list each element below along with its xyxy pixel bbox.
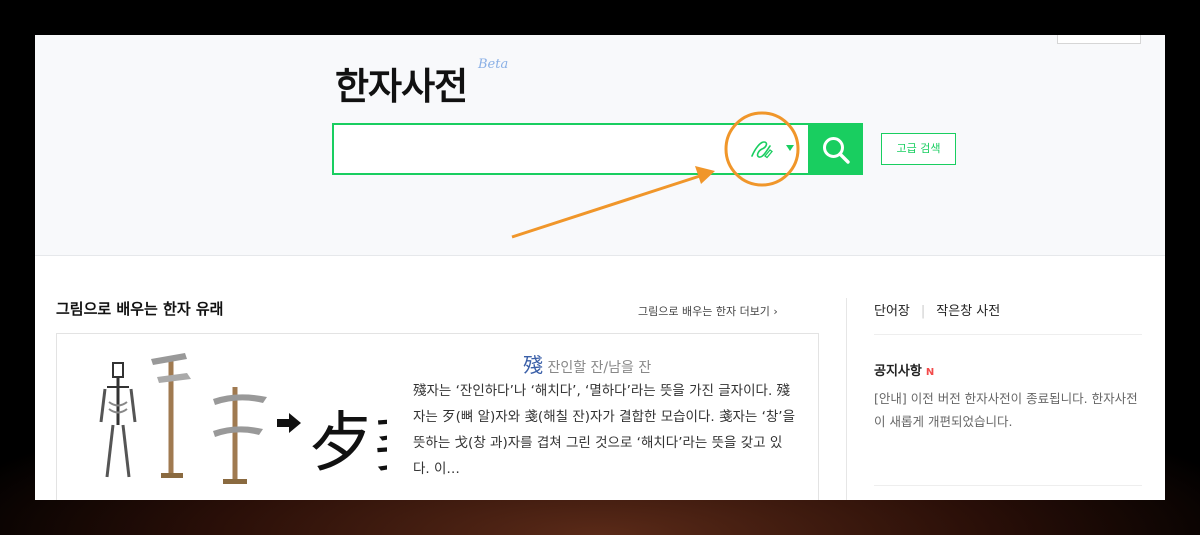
tab-vocab[interactable]: 단어장: [874, 304, 910, 319]
illustration-result-char: 歺戔: [307, 404, 387, 481]
side-tabs: 단어장 | 작은창 사전: [874, 300, 1000, 319]
more-link[interactable]: 그림으로 배우는 한자 더보기 ›: [638, 303, 778, 319]
search-header: 한자사전 Beta 고급 검색: [35, 35, 1165, 256]
logo-title[interactable]: 한자사전: [335, 56, 468, 110]
browser-page: 한자사전 Beta 고급 검색 그림으로 배우는 한자 유래 그림으로 배우는: [35, 35, 1165, 500]
tab-separator: |: [920, 304, 926, 319]
caret-down-icon[interactable]: [786, 145, 794, 151]
hanja-heading: 殘 잔인할 잔/남을 잔: [523, 349, 651, 378]
side-divider: [874, 334, 1142, 335]
hanja-meaning: 잔인할 잔/남을 잔: [547, 360, 652, 376]
search-box: [332, 123, 810, 175]
notice-title-text: 공지사항: [874, 364, 922, 379]
tab-mini-dictionary[interactable]: 작은창 사전: [936, 304, 1000, 319]
new-badge: N: [925, 367, 935, 378]
top-right-box[interactable]: [1057, 35, 1141, 44]
column-divider: [846, 298, 847, 500]
search-button[interactable]: [808, 123, 863, 175]
section-title: 그림으로 배우는 한자 유래: [56, 300, 224, 318]
hanja-origin-card[interactable]: 歺戔 殘 잔인할 잔/남을 잔 殘자는 ‘잔인하다’나 ‘해치다’, ‘멸하다’…: [56, 333, 819, 500]
side-divider-bottom: [874, 485, 1142, 486]
hanja-illustration: 歺戔: [99, 353, 387, 484]
hanja-description: 殘자는 ‘잔인하다’나 ‘해치다’, ‘멸하다’라는 뜻을 가진 글자이다. 殘…: [413, 383, 796, 477]
notice-item[interactable]: [안내] 이전 버전 한자사전이 종료됩니다. 한자사전이 새롭게 개편되었습니…: [874, 387, 1144, 433]
notice-title[interactable]: 공지사항 N: [874, 360, 934, 379]
search-input[interactable]: [342, 131, 716, 167]
search-icon: [823, 137, 850, 164]
hanja-character[interactable]: 殘: [523, 353, 543, 377]
handwriting-icon[interactable]: [747, 136, 775, 162]
beta-badge: Beta: [478, 57, 509, 72]
advanced-search-button[interactable]: 고급 검색: [881, 133, 956, 165]
